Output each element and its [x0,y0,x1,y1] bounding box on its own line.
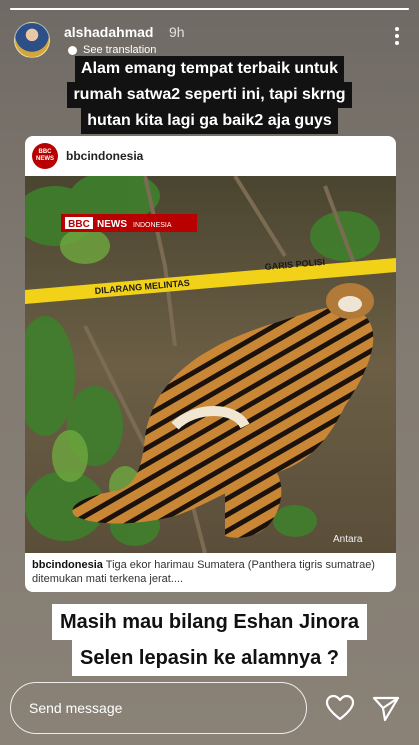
shared-post-card[interactable]: BBC NEWS bbcindonesia GARIS POLISI DILAR… [25,136,396,592]
more-options-icon[interactable] [389,24,405,48]
story-progress-bar [10,8,409,10]
story-caption-top: Alam emang tempat terbaik untuk rumah sa… [0,56,419,134]
caption-bottom-line: Masih mau bilang Eshan Jinora [52,604,367,640]
svg-text:Antara: Antara [333,534,363,545]
caption-top-line: Alam emang tempat terbaik untuk [75,56,344,82]
send-icon[interactable] [371,694,401,722]
heart-icon[interactable] [325,694,355,722]
avatar[interactable] [14,22,50,58]
shared-post-username[interactable]: bbcindonesia [66,149,143,163]
post-time: 9h [169,24,185,40]
caption-top-line: rumah satwa2 seperti ini, tapi skrng [67,82,352,108]
story-caption-bottom: Masih mau bilang Eshan Jinora Selen lepa… [0,604,419,676]
tiger-photo: GARIS POLISI DILARANG MELINTAS BBC NEWS … [25,176,396,553]
caption-top-line: hutan kita lagi ga baik2 aja guys [81,108,338,134]
translate-dot-icon [68,45,77,55]
see-translation-label: See translation [83,44,157,56]
caption-bottom-line: Selen lepasin ke alamnya ? [71,640,347,676]
send-message-input[interactable]: Send message [10,682,307,734]
shared-post-header: BBC NEWS bbcindonesia [25,136,396,176]
svg-text:NEWS: NEWS [97,219,127,230]
bbc-news-logo: BBC NEWS [32,143,58,169]
caption-username: bbcindonesia [32,559,103,571]
svg-text:INDONESIA: INDONESIA [133,222,172,229]
shared-post-caption: bbcindonesia Tiga ekor harimau Sumatera … [32,558,386,586]
username[interactable]: alshadahmad [64,24,153,40]
story-progress-fill [10,8,409,10]
send-message-placeholder: Send message [29,700,123,716]
see-translation-link[interactable]: See translation [68,44,156,56]
story-header: alshadahmad 9h See translation [14,18,405,58]
svg-text:BBC: BBC [68,219,90,230]
